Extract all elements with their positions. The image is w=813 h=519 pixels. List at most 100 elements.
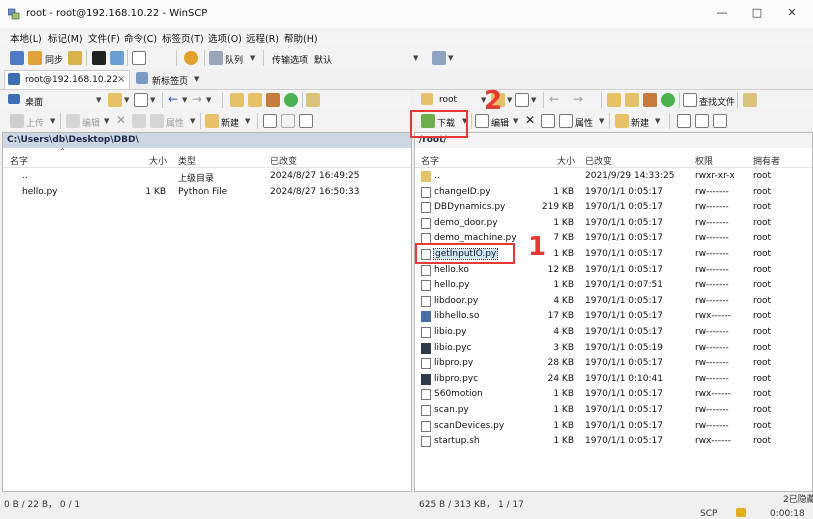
- filter-icon[interactable]: [134, 93, 148, 107]
- filter-select-icon[interactable]: [299, 114, 313, 128]
- properties-icon[interactable]: [559, 114, 573, 128]
- menu-help[interactable]: 帮助(H): [284, 31, 318, 45]
- col-size[interactable]: 大小: [557, 154, 575, 167]
- menu-mark[interactable]: 标记(M): [48, 31, 83, 45]
- new-folder-icon[interactable]: [205, 114, 219, 128]
- col-permissions[interactable]: 权限: [695, 154, 713, 167]
- file-row[interactable]: libhello.so 17 KB 1970/1/1 0:05:17 rwx-----…: [415, 309, 812, 324]
- queue-label[interactable]: 队列: [225, 53, 243, 66]
- upload-icon[interactable]: [10, 114, 24, 128]
- filter-icon[interactable]: [515, 93, 529, 107]
- edit-label[interactable]: 编辑: [491, 116, 509, 129]
- select-all-icon[interactable]: [263, 114, 277, 128]
- chevron-down-icon[interactable]: ▼: [531, 96, 536, 104]
- forward-arrow-icon[interactable]: →: [192, 92, 202, 106]
- root-dir-icon[interactable]: [248, 93, 262, 107]
- chevron-down-icon[interactable]: ▼: [655, 117, 660, 125]
- chevron-down-icon[interactable]: ▼: [448, 54, 453, 62]
- file-row[interactable]: hello.ko 12 KB 1970/1/1 0:05:17 rw------- ro…: [415, 263, 812, 278]
- upload-label[interactable]: 上传: [26, 116, 44, 129]
- refresh-icon[interactable]: [661, 93, 675, 107]
- find-files-icon[interactable]: [683, 93, 697, 107]
- close-icon[interactable]: ✕: [785, 6, 799, 20]
- unselect-icon[interactable]: [281, 114, 295, 128]
- col-changed[interactable]: 已改变: [270, 154, 297, 167]
- delete-icon[interactable]: ✕: [116, 113, 126, 127]
- sync-browse-icon[interactable]: [68, 51, 82, 65]
- chevron-down-icon[interactable]: ▼: [599, 117, 604, 125]
- chevron-down-icon[interactable]: ▼: [104, 117, 109, 125]
- minimize-icon[interactable]: —: [715, 6, 729, 20]
- edit-icon[interactable]: [475, 114, 489, 128]
- menu-command[interactable]: 命令(C): [124, 31, 157, 45]
- filter-select-icon[interactable]: [713, 114, 727, 128]
- session-tab[interactable]: root@192.168.10.22 ×: [4, 70, 130, 89]
- forward-arrow-icon[interactable]: →: [573, 92, 583, 106]
- properties-icon[interactable]: [150, 114, 164, 128]
- file-row[interactable]: DBDynamics.py 219 KB 1970/1/1 0:05:17 rw---…: [415, 200, 812, 215]
- home-icon[interactable]: [266, 93, 280, 107]
- add-local-panel-icon[interactable]: [10, 51, 24, 65]
- file-row[interactable]: hello.py 1 KB 1970/1/1 0:07:51 rw------- roo…: [415, 278, 812, 293]
- col-changed[interactable]: 已改变: [585, 154, 612, 167]
- col-owner[interactable]: 拥有者: [753, 154, 780, 167]
- col-size[interactable]: 大小: [149, 154, 167, 167]
- menu-local[interactable]: 本地(L): [10, 31, 42, 45]
- new-tab-button[interactable]: 新标签页 ▼: [134, 70, 204, 88]
- preferences-gear-icon[interactable]: [184, 51, 198, 65]
- file-row[interactable]: startup.sh 1 KB 1970/1/1 0:05:17 rwx------ r…: [415, 434, 812, 449]
- hidden-count[interactable]: 2已隐藏: [783, 492, 813, 505]
- tree-icon[interactable]: [743, 93, 757, 107]
- local-path-bar[interactable]: C:\Users\db\Desktop\DBD\: [3, 133, 411, 148]
- root-dir-icon[interactable]: [625, 93, 639, 107]
- chevron-down-icon[interactable]: ▼: [245, 117, 250, 125]
- menu-file[interactable]: 文件(F): [88, 31, 120, 45]
- chevron-down-icon[interactable]: ▼: [182, 96, 187, 104]
- chevron-down-icon[interactable]: ▼: [206, 96, 211, 104]
- file-row[interactable]: scanDevices.py 1 KB 1970/1/1 0:05:17 rw----…: [415, 419, 812, 434]
- properties-label[interactable]: 属性: [166, 116, 184, 129]
- file-row[interactable]: .. 上级目录 2024/8/27 16:49:25: [3, 169, 411, 184]
- new-label[interactable]: 新建: [221, 116, 239, 129]
- parent-dir-icon[interactable]: [607, 93, 621, 107]
- col-name[interactable]: 名字: [421, 154, 439, 167]
- file-row[interactable]: .. 2021/9/29 14:33:25 rwxr-xr-x root: [415, 169, 812, 184]
- file-row[interactable]: libio.pyc 3 KB 1970/1/1 0:05:19 rw------- ro…: [415, 341, 812, 356]
- menu-tabs[interactable]: 标签页(T): [162, 31, 204, 45]
- properties-label[interactable]: 属性: [575, 116, 593, 129]
- delete-icon[interactable]: ✕: [525, 113, 535, 127]
- chevron-down-icon[interactable]: ▼: [50, 117, 55, 125]
- tree-icon[interactable]: [306, 93, 320, 107]
- parent-dir-icon[interactable]: [230, 93, 244, 107]
- putty-icon[interactable]: [110, 51, 124, 65]
- remote-path-bar[interactable]: /root/: [415, 133, 812, 148]
- unselect-icon[interactable]: [695, 114, 709, 128]
- edit-label[interactable]: 编辑: [82, 116, 100, 129]
- menu-remote[interactable]: 远程(R): [246, 31, 279, 45]
- local-drive-select[interactable]: 桌面 ▼: [6, 92, 104, 108]
- find-files-label[interactable]: 查找文件: [699, 95, 735, 108]
- select-all-icon[interactable]: [677, 114, 691, 128]
- file-row[interactable]: demo_door.py 1 KB 1970/1/1 0:05:17 rw------…: [415, 216, 812, 231]
- file-row[interactable]: libdoor.py 4 KB 1970/1/1 0:05:17 rw------- r…: [415, 294, 812, 309]
- console-icon[interactable]: [92, 51, 106, 65]
- col-type[interactable]: 类型: [178, 154, 196, 167]
- refresh-session-icon[interactable]: [132, 51, 146, 65]
- file-row[interactable]: S60motion 1 KB 1970/1/1 0:05:17 rwx------ ro…: [415, 387, 812, 402]
- edit-icon[interactable]: [66, 114, 80, 128]
- maximize-icon[interactable]: □: [750, 6, 764, 20]
- close-tab-icon[interactable]: ×: [117, 74, 125, 85]
- sync-icon[interactable]: [28, 51, 42, 65]
- file-row[interactable]: changeID.py 1 KB 1970/1/1 0:05:17 rw-------…: [415, 185, 812, 200]
- queue-icon[interactable]: [209, 51, 223, 65]
- file-row[interactable]: libpro.pyc 24 KB 1970/1/1 0:10:41 rw-------…: [415, 372, 812, 387]
- chevron-down-icon[interactable]: ▼: [150, 96, 155, 104]
- back-arrow-icon[interactable]: ←: [168, 92, 178, 106]
- new-label[interactable]: 新建: [631, 116, 649, 129]
- file-row[interactable]: hello.py 1 KB Python File 2024/8/27 16:50:3…: [3, 185, 411, 200]
- col-name[interactable]: 名字: [10, 154, 28, 167]
- rename-icon[interactable]: [132, 114, 146, 128]
- remote-dir-select[interactable]: root ▼: [419, 92, 489, 107]
- sync-label[interactable]: 同步: [45, 53, 63, 66]
- menu-options[interactable]: 选项(O): [208, 31, 242, 45]
